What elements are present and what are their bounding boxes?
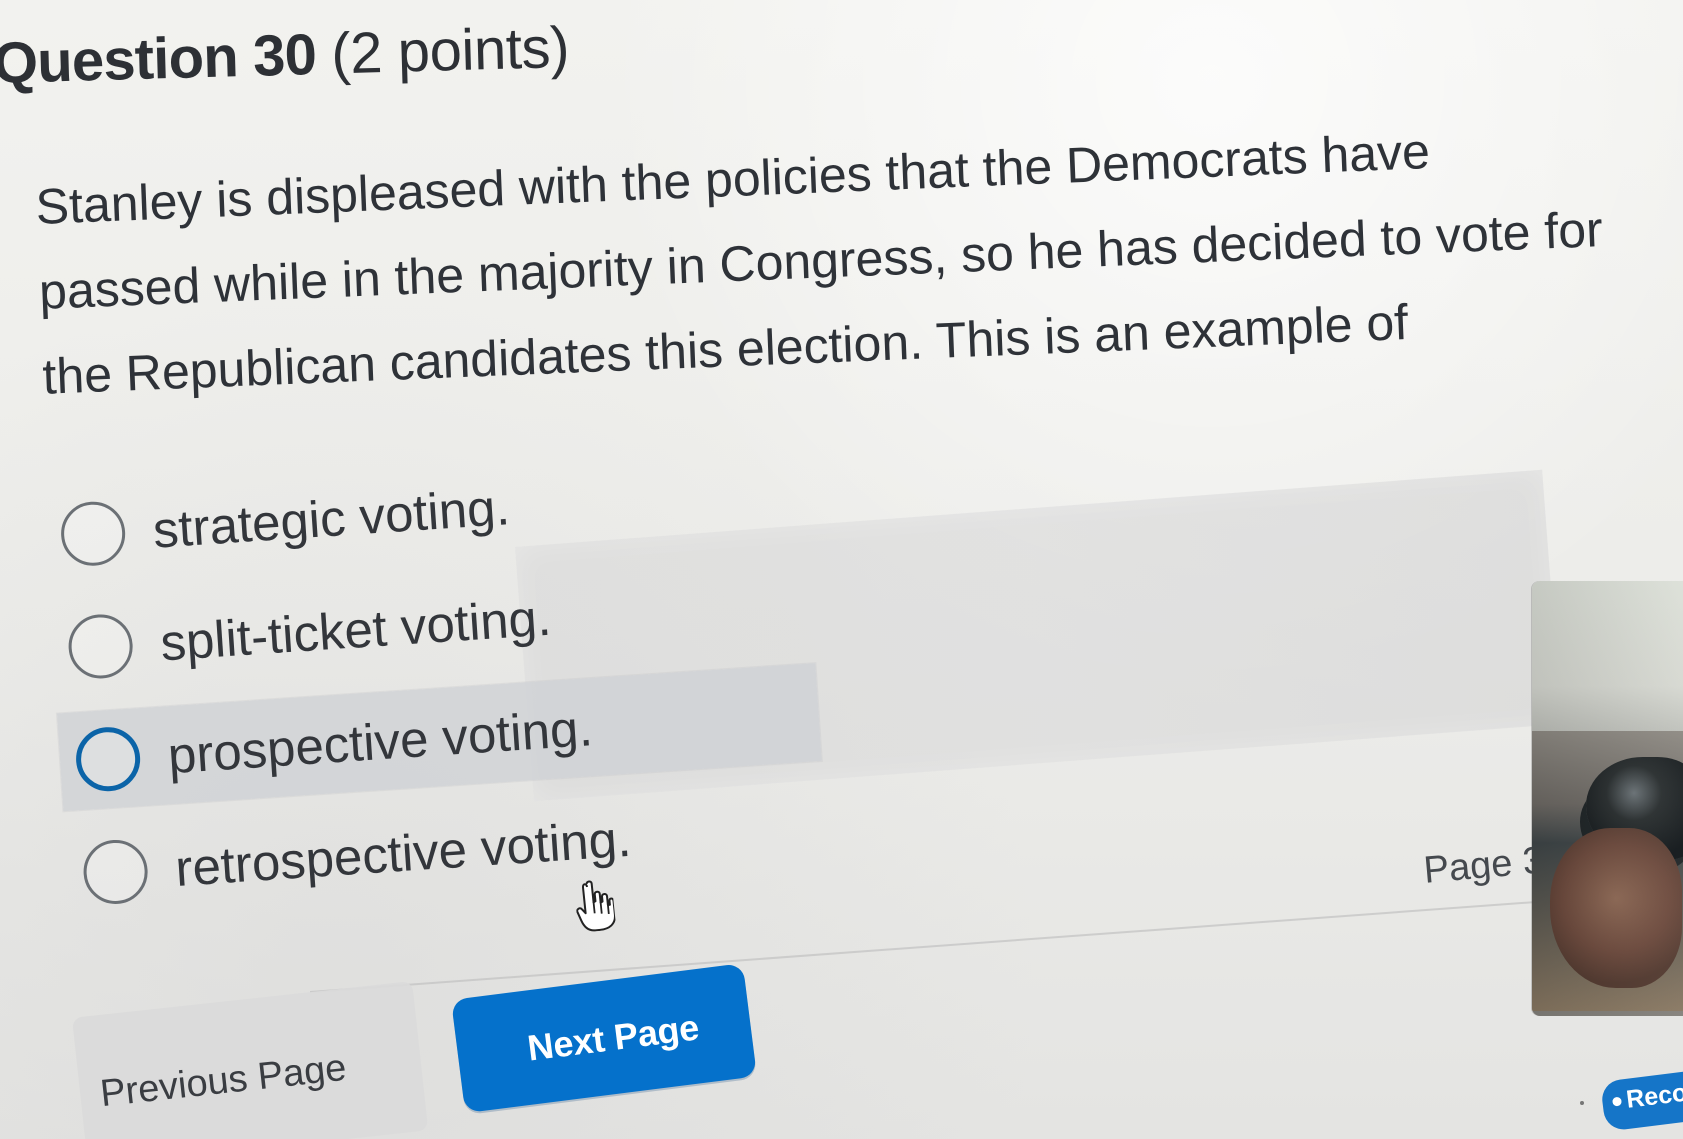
previous-page-label: Previous Page	[98, 1046, 349, 1116]
previous-page-button[interactable]: Previous Page	[72, 981, 429, 1139]
recording-label: Reco	[1624, 1078, 1683, 1114]
next-page-button[interactable]: Next Page	[451, 963, 757, 1114]
question-title: Question 30 (2 points)	[0, 14, 570, 97]
record-dot-icon	[1611, 1096, 1623, 1107]
radio-button[interactable]	[66, 612, 135, 681]
answer-option-label: strategic voting.	[151, 477, 512, 559]
question-prompt: Stanley is displeased with the policies …	[34, 122, 1604, 405]
question-number: Question 30	[0, 21, 317, 96]
webcam-shading	[1532, 581, 1683, 1016]
question-points: (2 points)	[330, 14, 570, 87]
status-dot	[1580, 1101, 1584, 1105]
radio-button[interactable]	[81, 837, 150, 907]
answer-option-label: prospective voting.	[166, 698, 595, 784]
next-page-label: Next Page	[525, 1006, 702, 1069]
answer-option-label: retrospective voting.	[173, 809, 633, 897]
webcam-preview	[1532, 581, 1683, 1016]
answer-option-label: split-ticket voting.	[158, 588, 553, 671]
page-indicator: Page 3	[1422, 839, 1546, 892]
recording-indicator[interactable]: Reco	[1600, 1068, 1683, 1132]
radio-button[interactable]	[59, 499, 128, 568]
quiz-screen: Question 30 (2 points) Stanley is disple…	[0, 0, 1683, 1139]
answer-options: strategic voting. split-ticket voting. p…	[42, 438, 835, 1007]
radio-button[interactable]	[74, 725, 143, 794]
